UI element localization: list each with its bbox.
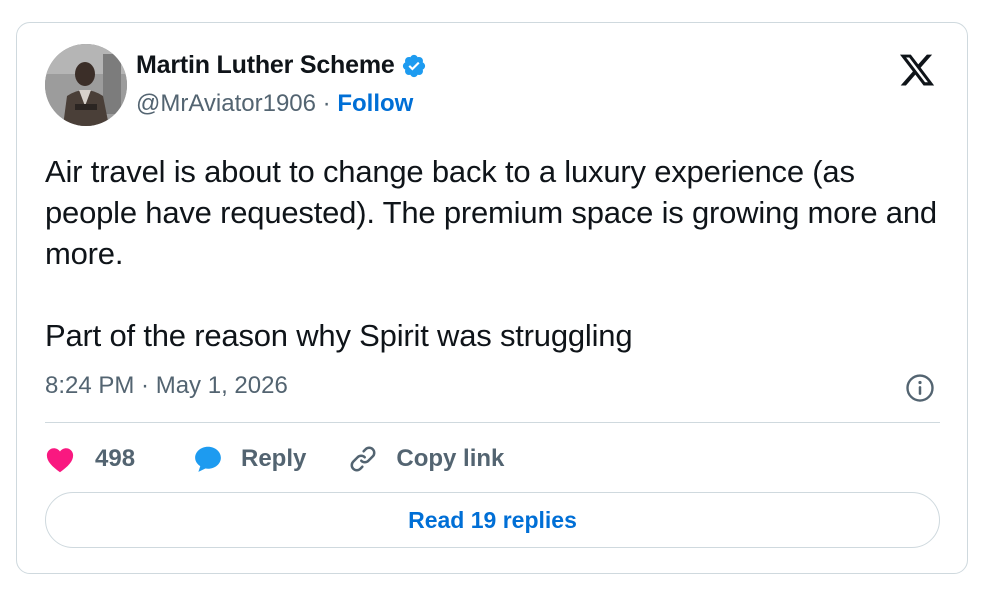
speech-bubble-icon	[195, 446, 221, 472]
link-icon	[350, 446, 376, 472]
read-replies-button[interactable]: Read 19 replies	[45, 492, 940, 548]
like-button[interactable]: 498	[45, 445, 165, 473]
divider	[45, 422, 940, 423]
copy-link-label: Copy link	[396, 445, 505, 472]
tweet-paragraph: Part of the reason why Spirit was strugg…	[45, 318, 633, 353]
avatar[interactable]	[45, 44, 127, 126]
avatar-photo	[45, 44, 127, 126]
tweet-card: Martin Luther Scheme @MrAviator1906 · Fo…	[16, 22, 968, 574]
read-replies-label: Read 19 replies	[408, 506, 577, 533]
copy-link-button[interactable]: Copy link	[348, 444, 504, 474]
verified-badge-icon	[402, 54, 425, 77]
follow-button[interactable]: Follow	[337, 90, 413, 117]
author-handle[interactable]: @MrAviator1906	[136, 90, 316, 117]
tweet-paragraph: Air travel is about to change back to a …	[45, 154, 937, 271]
handle-row: @MrAviator1906 · Follow	[136, 90, 413, 118]
like-count: 498	[95, 445, 136, 472]
info-icon[interactable]	[905, 373, 935, 403]
tweet-timestamp[interactable]: 8:24 PM · May 1, 2026	[45, 372, 288, 400]
reply-button[interactable]: Reply	[193, 444, 306, 474]
action-bar: 498 Reply Copy link	[45, 441, 504, 477]
x-logo-icon[interactable]	[897, 51, 937, 89]
author-name[interactable]: Martin Luther Scheme	[136, 51, 395, 80]
reply-label: Reply	[241, 445, 307, 472]
heart-icon	[46, 448, 74, 473]
tweet-text: Air travel is about to change back to a …	[45, 151, 955, 356]
handle-separator: ·	[316, 90, 338, 117]
